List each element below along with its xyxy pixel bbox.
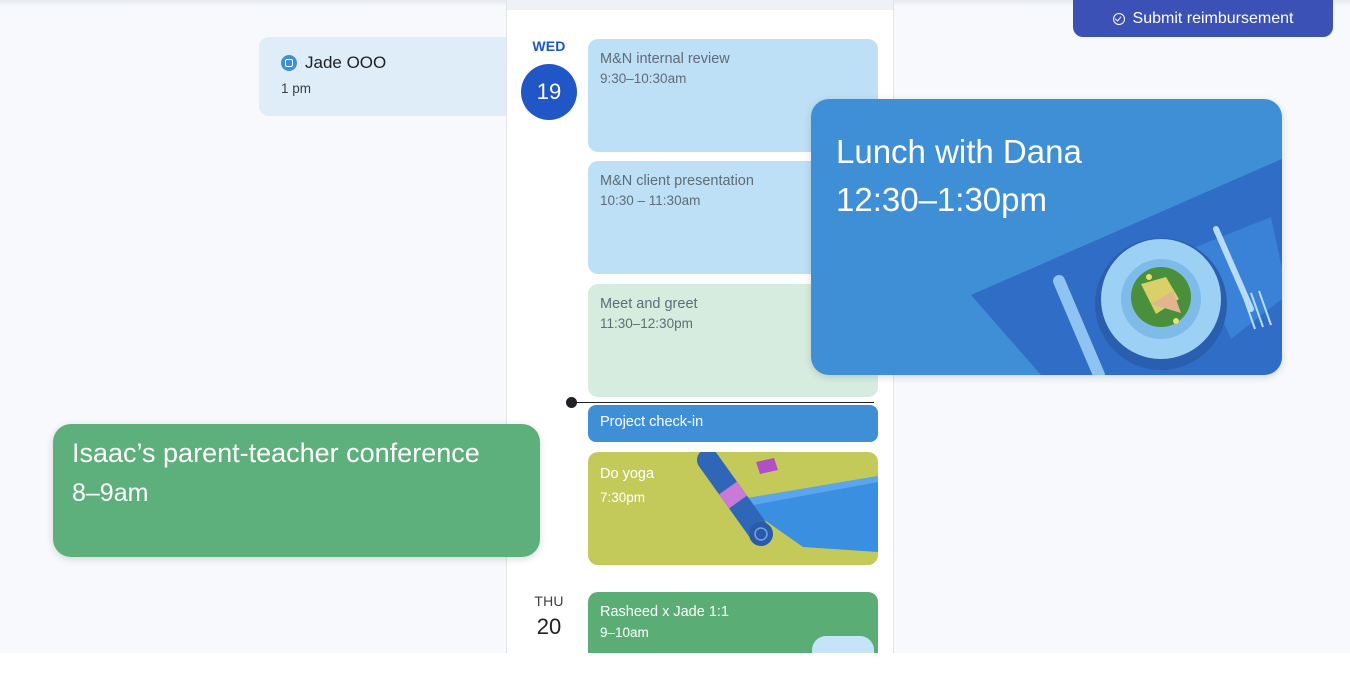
isaac-conference-popup[interactable]: Isaac’s parent-teacher conference 8–9am bbox=[53, 424, 540, 557]
date-20-button[interactable]: 20 bbox=[519, 614, 579, 640]
event-rasheed-jade[interactable]: Rasheed x Jade 1:1 9–10am bbox=[588, 592, 878, 653]
current-time-line bbox=[572, 402, 874, 403]
day-column-header-strip bbox=[507, 0, 893, 10]
submit-reimbursement-button[interactable]: Submit reimbursement bbox=[1073, 0, 1333, 37]
event-project-check-in[interactable]: Project check-in bbox=[588, 405, 878, 442]
event-time: 9:30–10:30am bbox=[600, 71, 687, 86]
event-title: M&N internal review bbox=[600, 51, 730, 67]
out-of-office-event[interactable]: Jade OOO 1 pm bbox=[259, 37, 509, 116]
isaac-time: 8–9am bbox=[72, 479, 149, 507]
current-time-dot bbox=[566, 397, 577, 408]
date-19-button[interactable]: 19 bbox=[521, 64, 577, 120]
day-of-week-wed: WED bbox=[532, 38, 566, 54]
calendar-canvas: Jade OOO 1 pm WED 19 THU 20 M&N internal… bbox=[0, 0, 1350, 653]
ooo-title: Jade OOO bbox=[305, 53, 387, 72]
submit-label: Submit reimbursement bbox=[1132, 9, 1294, 27]
ooo-time: 1 pm bbox=[281, 81, 312, 96]
lunch-title: Lunch with Dana bbox=[836, 133, 1082, 170]
event-do-yoga[interactable]: Do yoga 7:30pm bbox=[588, 452, 878, 565]
chat-bubble bbox=[812, 636, 874, 653]
day-of-week-thu: THU bbox=[534, 593, 564, 609]
lunch-time: 12:30–1:30pm bbox=[836, 181, 1048, 218]
check-circle-icon bbox=[1112, 12, 1125, 25]
calendar-icon bbox=[281, 55, 297, 71]
event-time: 7:30pm bbox=[600, 490, 646, 505]
event-title: Rasheed x Jade 1:1 bbox=[600, 604, 729, 620]
event-title: Do yoga bbox=[600, 466, 655, 482]
isaac-title: Isaac’s parent-teacher conference bbox=[72, 438, 480, 468]
lunch-event-popup[interactable]: Lunch with Dana 12:30–1:30pm bbox=[811, 99, 1282, 375]
